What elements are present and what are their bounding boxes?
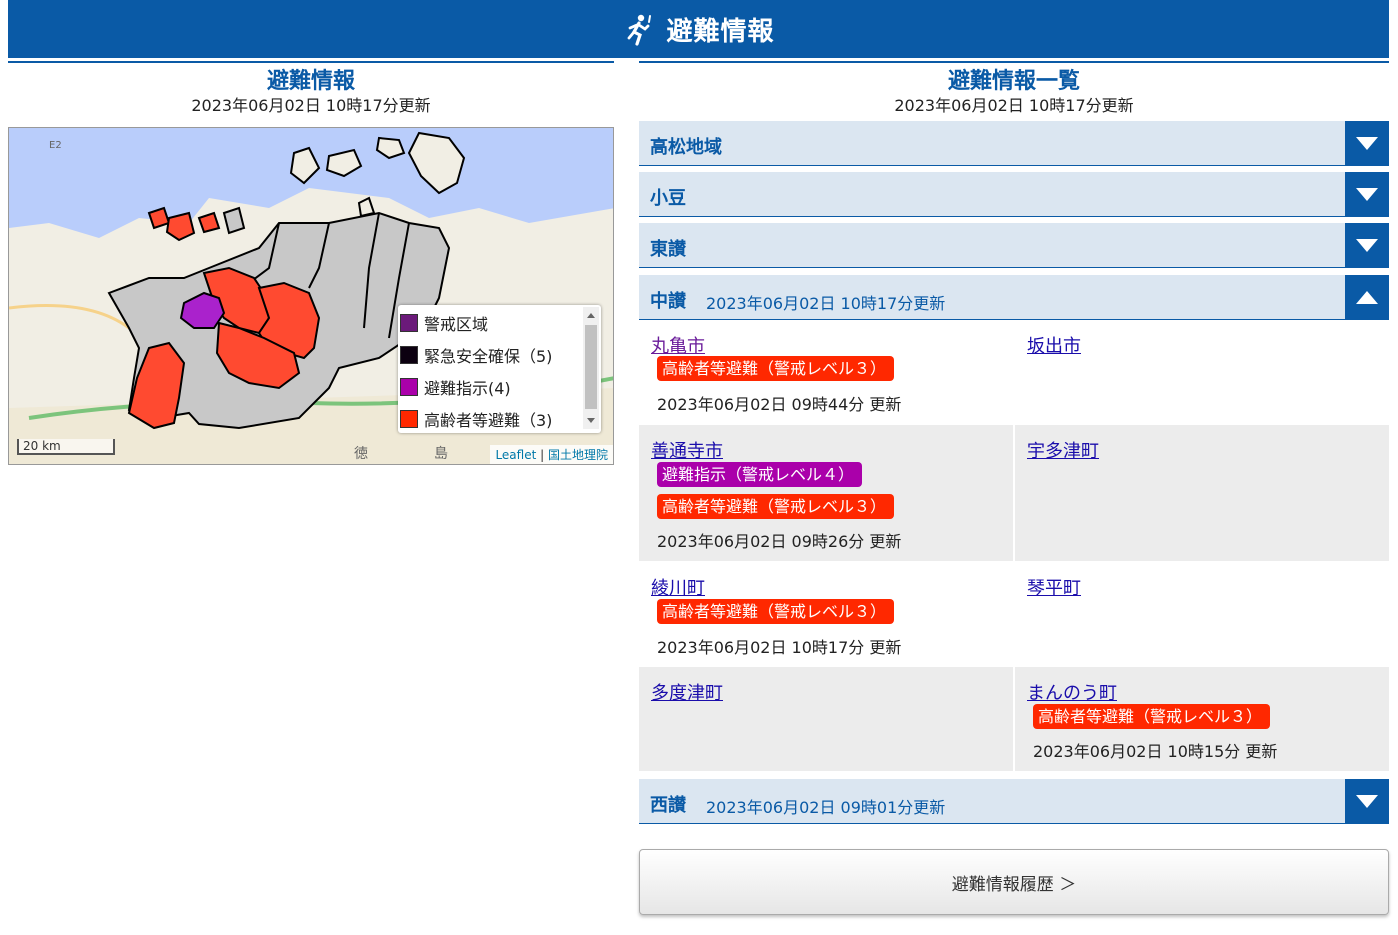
expand-button[interactable] [1345,121,1389,165]
city-cell-marugame: 丸亀市 高齢者等避難（警戒レベル３） 2023年06月02日 09時44分 更新 [639,320,1013,424]
page-title: 避難情報 [666,16,775,47]
expand-button[interactable] [1345,223,1389,267]
city-cell-sakaide: 坂出市 [1015,320,1389,424]
evacuation-map[interactable]: E2 徳 島 警戒区域 緊急安全確保（5) 避難指示(4) 高齢者等避難（3) … [8,127,614,465]
city-updated-time: 2023年06月02日 10時17分 更新 [657,638,902,657]
region-row-shodo[interactable]: 小豆 [639,172,1389,217]
svg-text:徳: 徳 [354,446,368,462]
legend-item: 避難指示(4) [400,371,601,403]
legend-label: 緊急安全確保（5) [424,347,553,366]
scroll-up-icon[interactable] [587,313,595,318]
gsi-link[interactable]: 国土地理院 [548,448,608,462]
city-updated-time: 2023年06月02日 09時26分 更新 [657,532,902,551]
region-updated-time: 2023年06月02日 09時01分更新 [706,798,946,817]
city-cell-manno: まんのう町 高齢者等避難（警戒レベル３） 2023年06月02日 10時15分 … [1015,667,1389,771]
legend-swatch [400,410,418,428]
region-name: 東讃 [650,239,686,260]
map-attribution: Leaflet | 国土地理院 [490,445,613,464]
history-button[interactable]: 避難情報履歴 ＞ [639,849,1389,915]
page-header: 避難情報 [8,0,1389,58]
map-section: 避難情報 2023年06月02日 10時17分更新 [8,61,614,116]
legend-label: 警戒区域 [424,315,489,334]
city-link-marugame[interactable]: 丸亀市 [651,332,705,358]
running-person-icon [628,14,652,46]
attribution-separator: | [536,448,548,462]
map-legend: 警戒区域 緊急安全確保（5) 避難指示(4) 高齢者等避難（3) [398,305,601,433]
legend-item: 高齢者等避難（3) [400,403,601,435]
city-updated-time: 2023年06月02日 10時15分 更新 [1033,742,1278,761]
legend-swatch [400,378,418,396]
city-link-tadotsu[interactable]: 多度津町 [651,679,723,705]
chevron-up-icon [1356,290,1378,304]
city-cell-kotohira: 琴平町 [1015,562,1389,666]
status-badge-level4: 避難指示（警戒レベル４） [657,462,863,487]
svg-text:島: 島 [434,446,448,462]
legend-item: 緊急安全確保（5) [400,339,601,371]
map-scale-bar: 20 km [17,439,115,455]
city-cell-utazu: 宇多津町 [1015,425,1389,561]
legend-label: 避難指示(4) [424,379,511,398]
city-link-zentsuji[interactable]: 善通寺市 [651,437,723,463]
city-updated-time: 2023年06月02日 09時44分 更新 [657,395,902,414]
region-row-seisan[interactable]: 西讃 2023年06月02日 09時01分更新 [639,779,1389,824]
map-updated-time: 2023年06月02日 10時17分更新 [191,96,431,115]
legend-item: 警戒区域 [400,307,601,339]
region-name: 高松地域 [650,137,722,158]
list-section: 避難情報一覧 2023年06月02日 10時17分更新 [639,61,1389,116]
expand-button[interactable] [1345,779,1389,823]
scroll-thumb[interactable] [585,325,597,409]
list-updated-time: 2023年06月02日 10時17分更新 [894,96,1134,115]
section-divider [639,61,1389,63]
city-link-ayagawa[interactable]: 綾川町 [651,574,705,600]
region-name: 中讃 [650,291,686,312]
expand-button[interactable] [1345,172,1389,216]
list-section-title: 避難情報一覧 [947,69,1080,94]
section-divider [8,61,614,63]
status-badge-level3: 高齢者等避難（警戒レベル３） [657,494,895,519]
region-name: 小豆 [650,188,686,209]
status-badge-level3: 高齢者等避難（警戒レベル３） [657,356,895,381]
city-cell-tadotsu: 多度津町 [639,667,1013,771]
scroll-down-icon[interactable] [587,418,595,423]
chevron-down-icon [1356,187,1378,201]
collapse-button[interactable] [1345,275,1389,319]
svg-text:E2: E2 [49,140,62,151]
region-name: 西讃 [650,795,686,816]
region-row-tosan[interactable]: 東讃 [639,223,1389,268]
chevron-down-icon [1356,136,1378,150]
city-cell-zentsuji: 善通寺市 避難指示（警戒レベル４） 高齢者等避難（警戒レベル３） 2023年06… [639,425,1013,561]
city-link-kotohira[interactable]: 琴平町 [1027,574,1081,600]
city-link-manno[interactable]: まんのう町 [1027,679,1117,705]
leaflet-link[interactable]: Leaflet [495,448,536,462]
legend-label: 高齢者等避難（3) [424,411,553,430]
status-badge-level3: 高齢者等避難（警戒レベル３） [657,599,895,624]
legend-swatch [400,314,418,332]
city-cell-ayagawa: 綾川町 高齢者等避難（警戒レベル３） 2023年06月02日 10時17分 更新 [639,562,1013,666]
region-updated-time: 2023年06月02日 10時17分更新 [706,294,946,313]
legend-scrollbar[interactable] [583,307,599,429]
chevron-down-icon [1356,238,1378,252]
status-badge-level3: 高齢者等避難（警戒レベル３） [1033,704,1271,729]
city-link-utazu[interactable]: 宇多津町 [1027,437,1099,463]
region-row-chusan[interactable]: 中讃 2023年06月02日 10時17分更新 [639,275,1389,320]
chevron-down-icon [1356,794,1378,808]
map-section-title: 避難情報 [266,69,355,94]
legend-swatch [400,346,418,364]
city-link-sakaide[interactable]: 坂出市 [1027,332,1081,358]
region-row-takamatsu[interactable]: 高松地域 [639,121,1389,166]
